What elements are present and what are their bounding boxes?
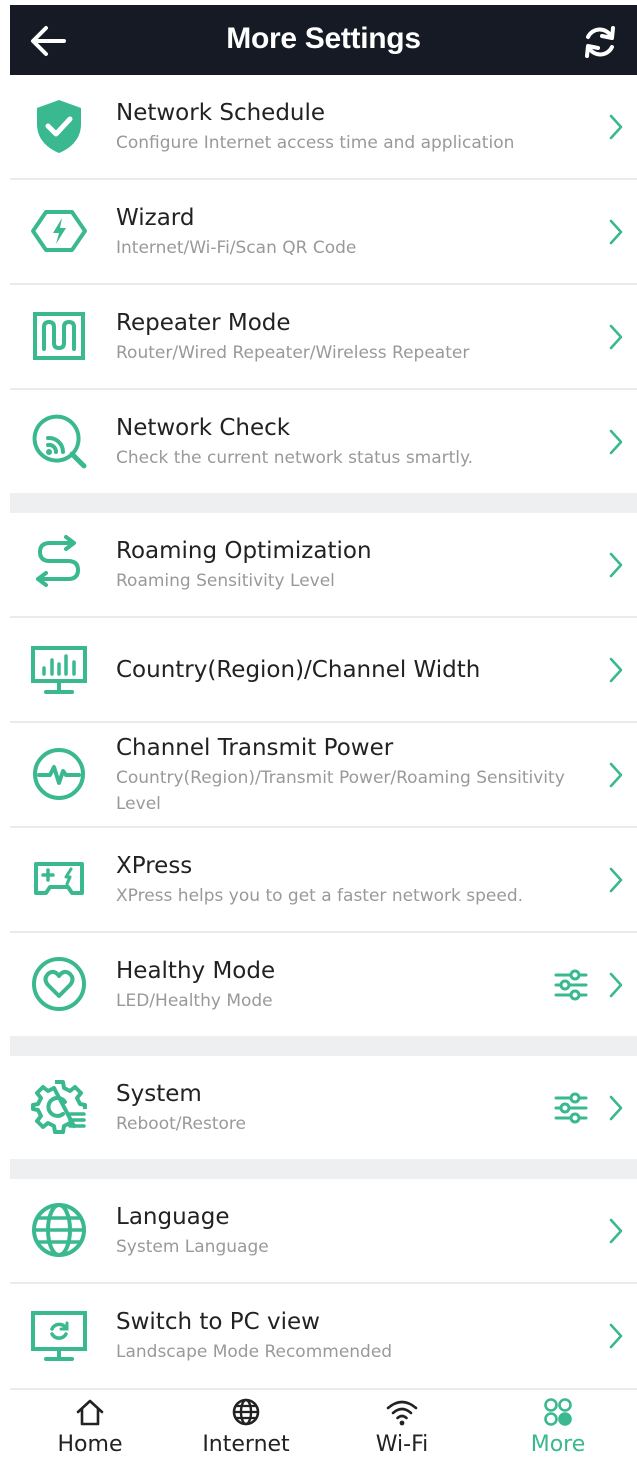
globe-icon <box>28 1199 90 1261</box>
settings-item-title: Language <box>116 1203 230 1230</box>
settings-item-subtitle: Configure Internet access time and appli… <box>116 132 515 153</box>
pc-view-icon <box>28 1304 90 1366</box>
settings-item-title: Repeater Mode <box>116 309 291 336</box>
settings-item-text: Healthy Mode LED/Healthy Mode <box>116 956 567 1014</box>
settings-item-subtitle: Router/Wired Repeater/Wireless Repeater <box>116 342 470 363</box>
settings-item-title: System <box>116 1080 202 1107</box>
tab-more[interactable]: More <box>480 1390 636 1464</box>
bottom-tab-bar: Home Internet Wi-Fi More <box>10 1388 637 1464</box>
gamepad-icon <box>28 848 90 910</box>
heart-icon <box>28 953 90 1015</box>
settings-item-system[interactable]: System Reboot/Restore <box>10 1056 637 1159</box>
settings-item-roaming-optimization[interactable]: Roaming Optimization Roaming Sensitivity … <box>10 513 637 618</box>
monitor-bars-icon <box>28 638 90 700</box>
settings-item-subtitle: Country(Region)/Transmit Power/Roaming S… <box>116 767 565 814</box>
wifi-icon <box>386 1400 418 1426</box>
settings-item-wizard[interactable]: Wizard Internet/Wi-Fi/Scan QR Code <box>10 180 637 285</box>
tab-label: Internet <box>202 1432 290 1457</box>
settings-item-network-schedule[interactable]: Network Schedule Configure Internet acces… <box>10 75 637 180</box>
settings-item-text: System Reboot/Restore <box>116 1079 567 1137</box>
settings-item-title: Country(Region)/Channel Width <box>116 656 481 683</box>
chevron-right-icon <box>609 867 623 892</box>
settings-item-text: XPress XPress helps you to get a faster n… <box>116 851 567 909</box>
settings-item-switch-pc-view[interactable]: Switch to PC view Landscape Mode Recommen… <box>10 1284 637 1387</box>
chevron-right-icon <box>609 1218 623 1243</box>
settings-item-text: Language System Language <box>116 1202 567 1260</box>
settings-item-network-check[interactable]: Network Check Check the current network s… <box>10 390 637 493</box>
settings-item-text: Repeater Mode Router/Wired Repeater/Wirel… <box>116 308 567 366</box>
settings-item-title: Roaming Optimization <box>116 537 372 564</box>
chevron-right-icon <box>609 1323 623 1348</box>
settings-item-text: Country(Region)/Channel Width <box>116 655 567 685</box>
chevron-right-icon <box>609 762 623 787</box>
repeater-icon <box>28 305 90 367</box>
settings-item-text: Switch to PC view Landscape Mode Recommen… <box>116 1307 567 1365</box>
more-icon <box>544 1398 572 1426</box>
chevron-right-icon <box>609 552 623 577</box>
settings-item-title: XPress <box>116 852 193 879</box>
page-title: More Settings <box>226 22 421 55</box>
globe-icon <box>232 1398 260 1426</box>
settings-item-title: Wizard <box>116 204 195 231</box>
settings-item-repeater-mode[interactable]: Repeater Mode Router/Wired Repeater/Wirel… <box>10 285 637 390</box>
settings-item-subtitle: Roaming Sensitivity Level <box>116 570 335 591</box>
settings-item-text: Roaming Optimization Roaming Sensitivity … <box>116 536 567 594</box>
chevron-right-icon <box>609 114 623 139</box>
settings-item-subtitle: Check the current network status smartly… <box>116 447 474 468</box>
tab-home[interactable]: Home <box>12 1390 168 1464</box>
section-divider <box>10 1036 637 1056</box>
settings-item-title: Network Check <box>116 414 291 441</box>
pulse-icon <box>28 743 90 805</box>
tab-internet[interactable]: Internet <box>168 1390 324 1464</box>
settings-item-subtitle: LED/Healthy Mode <box>116 990 273 1011</box>
tab-label: More <box>530 1432 586 1457</box>
settings-item-text: Network Check Check the current network s… <box>116 413 567 471</box>
settings-item-language[interactable]: Language System Language <box>10 1179 637 1284</box>
settings-item-subtitle: Internet/Wi-Fi/Scan QR Code <box>116 237 357 258</box>
settings-item-text: Wizard Internet/Wi-Fi/Scan QR Code <box>116 203 567 261</box>
settings-item-title: Switch to PC view <box>116 1308 320 1335</box>
tab-label: Home <box>57 1432 123 1457</box>
settings-item-title: Channel Transmit Power <box>116 734 394 761</box>
settings-item-title: Healthy Mode <box>116 957 276 984</box>
sliders-icon[interactable] <box>553 968 589 1002</box>
tab-label: Wi-Fi <box>375 1432 429 1457</box>
settings-item-subtitle: System Language <box>116 1236 269 1257</box>
chevron-right-icon <box>609 972 623 997</box>
settings-item-title: Network Schedule <box>116 99 326 126</box>
settings-item-subtitle: Reboot/Restore <box>116 1113 246 1134</box>
gear-icon <box>28 1076 90 1138</box>
settings-item-text: Channel Transmit Power Country(Region)/Tr… <box>116 733 567 817</box>
settings-item-subtitle: Landscape Mode Recommended <box>116 1341 393 1362</box>
hexagon-bolt-icon <box>28 200 90 262</box>
chevron-right-icon <box>609 429 623 454</box>
section-divider <box>10 493 637 513</box>
settings-item-text: Network Schedule Configure Internet acces… <box>116 98 567 156</box>
home-icon <box>76 1399 104 1426</box>
settings-item-subtitle: XPress helps you to get a faster network… <box>116 885 524 906</box>
settings-list: Network Schedule Configure Internet acces… <box>10 75 637 1387</box>
section-divider <box>10 1159 637 1179</box>
settings-item-xpress[interactable]: XPress XPress helps you to get a faster n… <box>10 828 637 933</box>
shield-check-icon <box>28 95 90 157</box>
settings-item-healthy-mode[interactable]: Healthy Mode LED/Healthy Mode <box>10 933 637 1036</box>
chevron-right-icon <box>609 1095 623 1120</box>
settings-item-country-channel-width[interactable]: Country(Region)/Channel Width <box>10 618 637 723</box>
chevron-right-icon <box>609 657 623 682</box>
sliders-icon[interactable] <box>553 1091 589 1125</box>
tab-wifi[interactable]: Wi-Fi <box>324 1390 480 1464</box>
header-bar: More Settings <box>10 5 637 75</box>
roaming-icon <box>28 533 90 595</box>
chevron-right-icon <box>609 219 623 244</box>
refresh-icon[interactable] <box>580 22 620 62</box>
settings-item-channel-transmit-power[interactable]: Channel Transmit Power Country(Region)/Tr… <box>10 723 637 828</box>
chevron-right-icon <box>609 324 623 349</box>
network-check-icon <box>28 410 90 472</box>
